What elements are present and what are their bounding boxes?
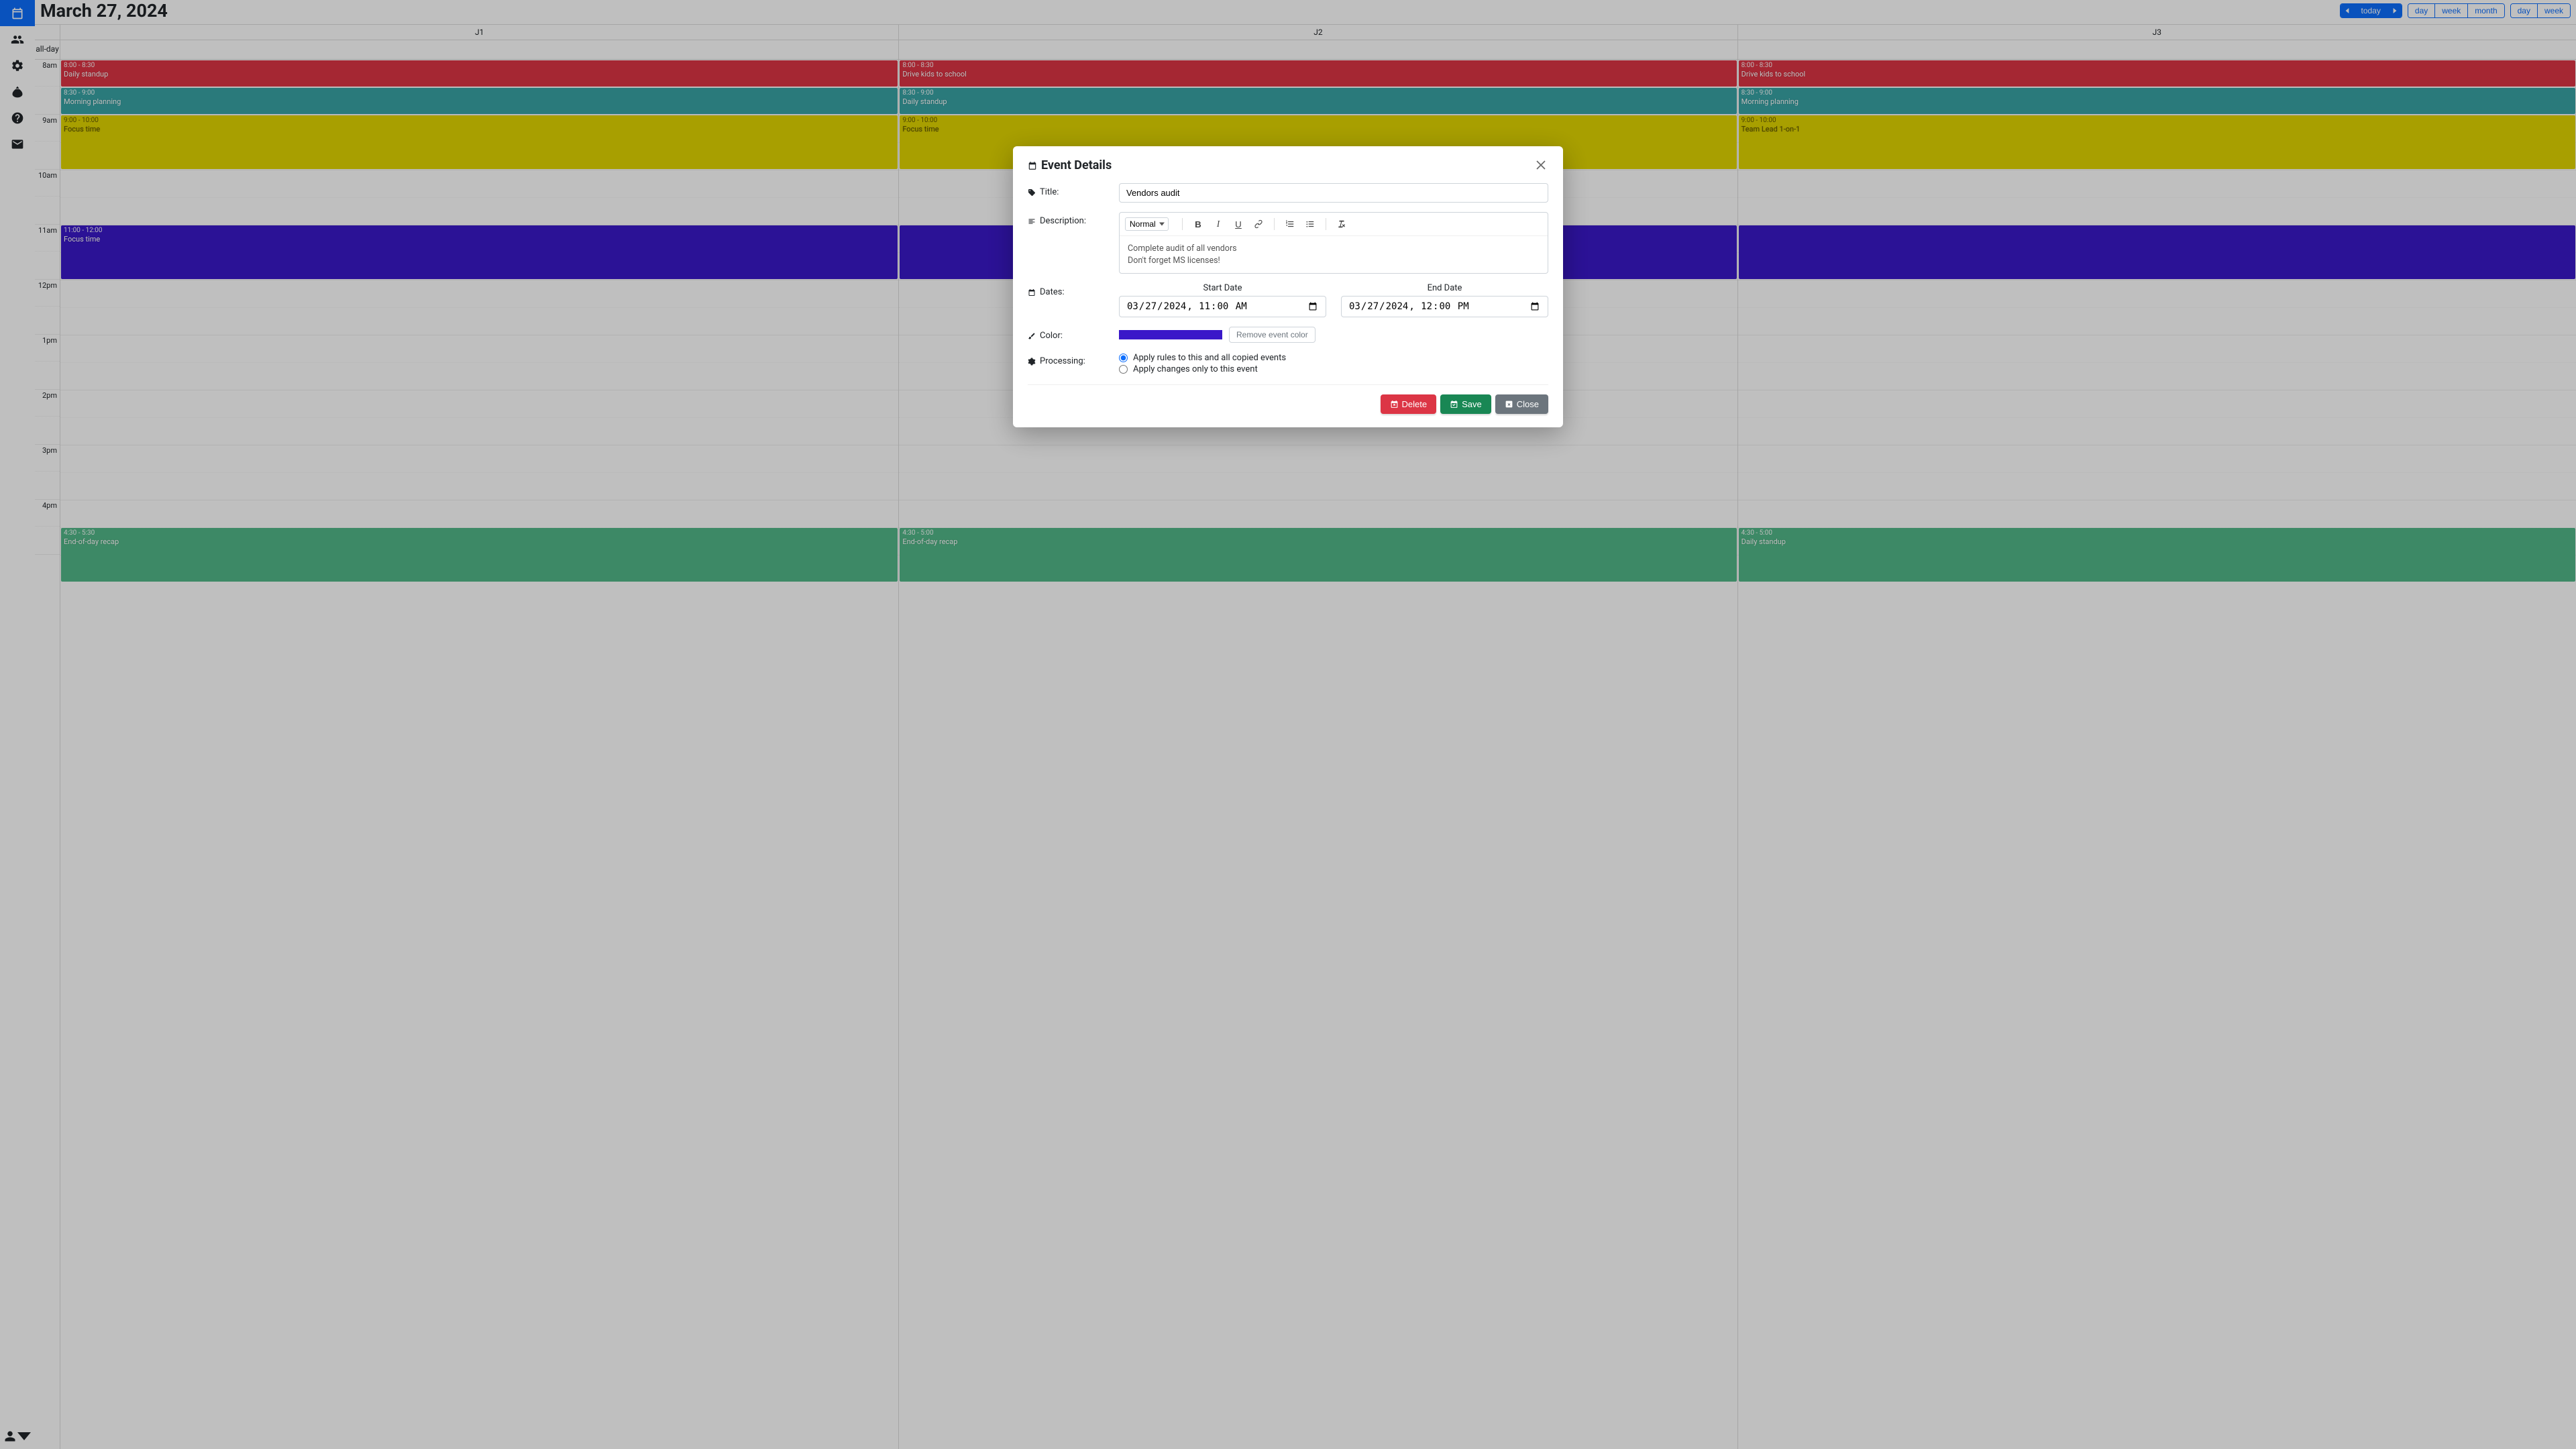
clear-format-icon bbox=[1337, 219, 1346, 229]
start-date-input[interactable] bbox=[1119, 296, 1326, 317]
bold-button[interactable]: B bbox=[1189, 215, 1207, 233]
tag-icon bbox=[1028, 189, 1036, 197]
calendar-x-icon bbox=[1390, 400, 1399, 409]
start-date-label: Start Date bbox=[1119, 283, 1326, 293]
brush-icon bbox=[1028, 332, 1036, 340]
processing-radio-one[interactable] bbox=[1119, 365, 1128, 374]
rich-editor: Normal B I U bbox=[1119, 212, 1548, 274]
delete-button[interactable]: Delete bbox=[1381, 394, 1437, 414]
color-label: Color: bbox=[1028, 327, 1119, 341]
underline-button[interactable]: U bbox=[1230, 215, 1247, 233]
close-button[interactable]: Close bbox=[1495, 394, 1548, 414]
editor-body[interactable]: Complete audit of all vendors Don't forg… bbox=[1120, 236, 1548, 273]
calendar-check-icon bbox=[1450, 400, 1458, 409]
modal-title-text: Event Details bbox=[1041, 158, 1112, 172]
link-icon bbox=[1254, 219, 1263, 229]
cog-icon bbox=[1028, 358, 1036, 366]
remove-color-button[interactable]: Remove event color bbox=[1229, 327, 1316, 343]
processing-label: Processing: bbox=[1028, 352, 1119, 366]
end-date-label: End Date bbox=[1341, 283, 1548, 293]
processing-opt-one[interactable]: Apply changes only to this event bbox=[1119, 364, 1548, 375]
ordered-list-button[interactable] bbox=[1281, 215, 1299, 233]
modal-overlay[interactable]: Event Details Title: Description: bbox=[0, 0, 2576, 1449]
link-button[interactable] bbox=[1250, 215, 1267, 233]
italic-button[interactable]: I bbox=[1210, 215, 1227, 233]
heading-select[interactable]: Normal bbox=[1125, 217, 1169, 231]
description-label: Description: bbox=[1028, 212, 1119, 226]
title-label: Title: bbox=[1028, 183, 1119, 197]
close-icon bbox=[1536, 160, 1546, 170]
calendar-icon bbox=[1028, 161, 1037, 170]
processing-radio-all[interactable] bbox=[1119, 354, 1128, 362]
clear-format-button[interactable] bbox=[1333, 215, 1350, 233]
list-ul-icon bbox=[1305, 219, 1315, 229]
title-input[interactable] bbox=[1119, 183, 1548, 203]
bold-icon: B bbox=[1195, 219, 1201, 229]
save-button[interactable]: Save bbox=[1440, 394, 1491, 414]
modal-close-button[interactable] bbox=[1534, 159, 1548, 172]
end-date-input[interactable] bbox=[1341, 296, 1548, 317]
list-ol-icon bbox=[1285, 219, 1295, 229]
italic-icon: I bbox=[1217, 219, 1220, 229]
modal-title: Event Details bbox=[1028, 158, 1112, 172]
color-swatch[interactable] bbox=[1119, 330, 1222, 339]
editor-toolbar: Normal B I U bbox=[1120, 213, 1548, 236]
underline-icon: U bbox=[1235, 219, 1242, 229]
align-left-icon bbox=[1028, 217, 1036, 225]
dates-label: Dates: bbox=[1028, 283, 1119, 297]
event-modal: Event Details Title: Description: bbox=[1013, 146, 1563, 427]
processing-opt-all[interactable]: Apply rules to this and all copied event… bbox=[1119, 352, 1548, 364]
unordered-list-button[interactable] bbox=[1301, 215, 1319, 233]
calendar-icon bbox=[1028, 288, 1036, 297]
x-square-icon bbox=[1505, 400, 1513, 409]
